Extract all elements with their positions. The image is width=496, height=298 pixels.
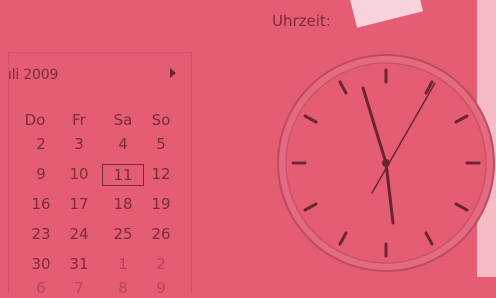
calendar-day[interactable]: 30: [24, 254, 58, 274]
weekday-header: Sa: [113, 111, 133, 129]
calendar-day[interactable]: 19: [144, 194, 178, 214]
weekday-header: Fr: [72, 111, 86, 129]
decorative-shape: [348, 0, 424, 28]
calendar-day[interactable]: 31: [62, 254, 96, 274]
calendar-day-next-month[interactable]: 9: [144, 278, 178, 298]
calendar-day[interactable]: 24: [62, 224, 96, 244]
calendar-day-next-month[interactable]: 7: [62, 278, 96, 298]
calendar-day[interactable]: 4: [106, 134, 140, 154]
calendar-day[interactable]: 12: [144, 164, 178, 184]
calendar-day[interactable]: 10: [62, 164, 96, 184]
calendar-day-next-month[interactable]: 2: [144, 254, 178, 274]
calendar-day[interactable]: 17: [62, 194, 96, 214]
weekday-header: Do: [24, 111, 46, 129]
clock-center: [382, 159, 390, 167]
calendar-day[interactable]: 18: [106, 194, 140, 214]
calendar-day[interactable]: 25: [106, 224, 140, 244]
weekday-header: So: [151, 111, 171, 129]
calendar-day[interactable]: 16: [24, 194, 58, 214]
month-label[interactable]: ıli 2009: [8, 67, 58, 83]
time-label: Uhrzeit:: [272, 12, 331, 30]
analog-clock: [277, 54, 495, 272]
calendar-day-selected[interactable]: 11: [102, 164, 144, 186]
calendar-day[interactable]: 2: [24, 134, 58, 154]
calendar-day[interactable]: 3: [62, 134, 96, 154]
calendar-grid: Do Fr Sa So 2 3 4 5 9 10 11 12 16 17 18 …: [0, 110, 200, 297]
calendar-day[interactable]: 9: [24, 164, 58, 184]
calendar-day[interactable]: 23: [24, 224, 58, 244]
calendar-day-next-month[interactable]: 8: [106, 278, 140, 298]
calendar-day-next-month[interactable]: 6: [24, 278, 58, 298]
chevron-right-icon[interactable]: [170, 68, 176, 78]
calendar-day[interactable]: 26: [144, 224, 178, 244]
calendar-day-next-month[interactable]: 1: [106, 254, 140, 274]
calendar-day[interactable]: 5: [144, 134, 178, 154]
